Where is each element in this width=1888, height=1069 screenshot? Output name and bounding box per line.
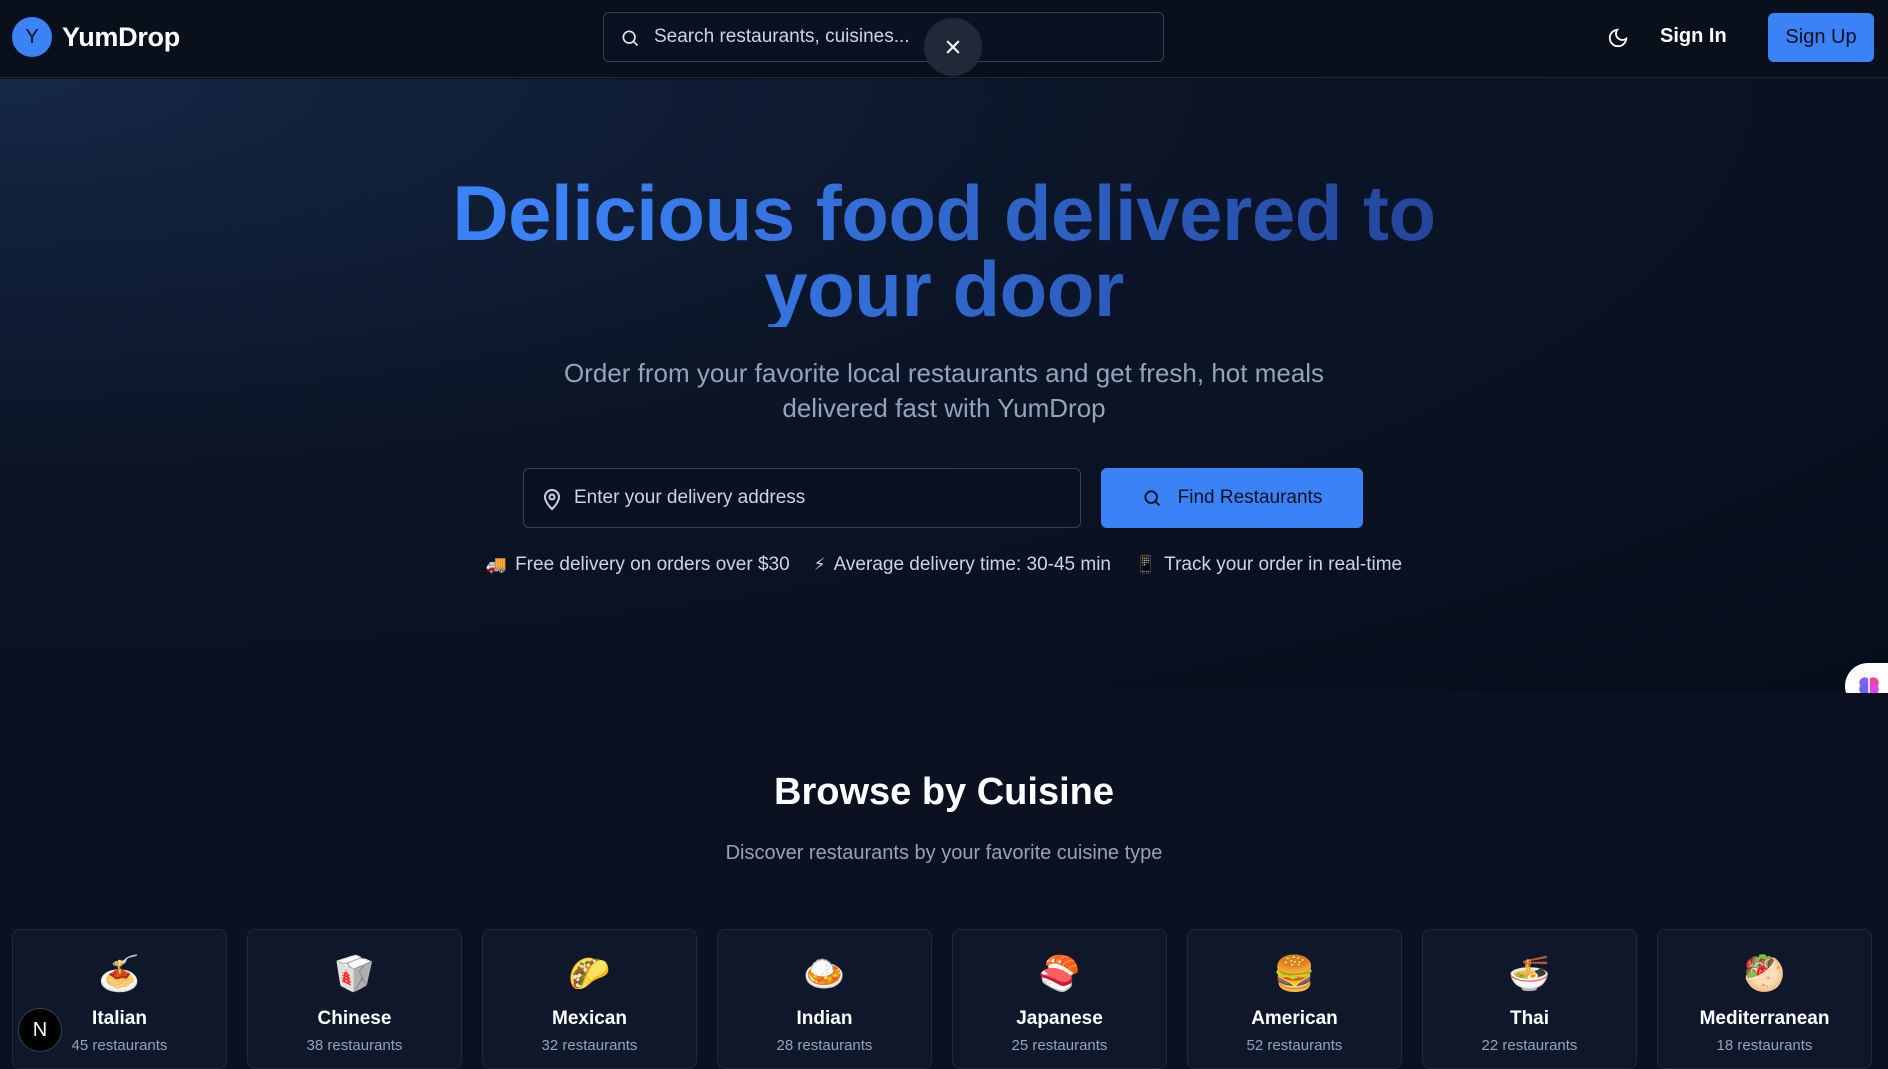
delivery-address-field[interactable] bbox=[523, 468, 1081, 528]
feature-item-tracking: 📱 Track your order in real-time bbox=[1135, 554, 1402, 576]
browse-cuisine-section: Browse by Cuisine Discover restaurants b… bbox=[0, 693, 1888, 1069]
cuisine-name: Japanese bbox=[1016, 1008, 1103, 1029]
hero-subtitle: Order from your favorite local restauran… bbox=[563, 358, 1325, 423]
phone-icon: 📱 bbox=[1135, 555, 1157, 574]
cuisine-name: Chinese bbox=[317, 1008, 392, 1029]
cuisine-card-thai[interactable]: 🍜 Thai 22 restaurants bbox=[1422, 929, 1637, 1069]
lightning-icon: ⚡ bbox=[813, 555, 826, 574]
hero-section: Delicious food delivered to your door Or… bbox=[0, 79, 1888, 709]
restaurant-count: 28 restaurants bbox=[776, 1037, 873, 1054]
cuisine-card-chinese[interactable]: 🥡 Chinese 38 restaurants bbox=[247, 929, 462, 1069]
restaurant-count: 32 restaurants bbox=[541, 1037, 638, 1054]
restaurant-count: 25 restaurants bbox=[1011, 1037, 1108, 1054]
search-icon bbox=[622, 30, 639, 47]
find-restaurants-button[interactable]: Find Restaurants bbox=[1101, 468, 1363, 528]
cuisine-card-american[interactable]: 🍔 American 52 restaurants bbox=[1187, 929, 1402, 1069]
map-pin-icon bbox=[543, 489, 561, 511]
feature-text: Free delivery on orders over $30 bbox=[515, 554, 790, 575]
section-subtitle: Discover restaurants by your favorite cu… bbox=[725, 842, 1163, 864]
logo-avatar: Y bbox=[12, 17, 52, 57]
dev-tools-badge[interactable]: N bbox=[18, 1008, 62, 1052]
clear-search-button[interactable] bbox=[924, 18, 982, 76]
sushi-icon: 🍣 bbox=[1038, 955, 1081, 993]
cuisine-name: Thai bbox=[1509, 1008, 1550, 1029]
close-icon bbox=[946, 40, 960, 54]
truck-icon: 🚚 bbox=[485, 555, 508, 574]
feature-text: Average delivery time: 30-45 min bbox=[833, 554, 1111, 575]
search-icon bbox=[1144, 490, 1160, 507]
feature-item-delivery-time: ⚡ Average delivery time: 30-45 min bbox=[814, 554, 1111, 576]
pasta-icon: 🍝 bbox=[98, 955, 141, 993]
moon-icon bbox=[1608, 28, 1628, 48]
restaurant-count: 22 restaurants bbox=[1481, 1037, 1578, 1054]
feature-list: 🚚 Free delivery on orders over $30 ⚡ Ave… bbox=[0, 554, 1888, 576]
theme-toggle-button[interactable] bbox=[1604, 24, 1632, 52]
header-search[interactable] bbox=[603, 12, 1164, 62]
burger-icon: 🍔 bbox=[1273, 955, 1316, 993]
brand-logo[interactable]: Y YumDrop bbox=[12, 17, 180, 57]
restaurant-count: 38 restaurants bbox=[306, 1037, 403, 1054]
section-title: Browse by Cuisine bbox=[774, 771, 1114, 813]
sign-in-button[interactable]: Sign In bbox=[1660, 25, 1727, 48]
cuisine-name: Indian bbox=[796, 1008, 853, 1029]
pita-wrap-icon: 🥙 bbox=[1743, 955, 1786, 993]
brand-name: YumDrop bbox=[62, 21, 180, 52]
hero-title-line2: your door bbox=[764, 245, 1124, 333]
restaurant-count: 18 restaurants bbox=[1716, 1037, 1813, 1054]
cuisine-name: American bbox=[1251, 1008, 1338, 1029]
hero-title: Delicious food delivered to your door bbox=[0, 175, 1888, 327]
hero-title-line1: Delicious food delivered to bbox=[452, 169, 1436, 257]
takeout-box-icon: 🥡 bbox=[333, 955, 376, 993]
cuisine-card-mexican[interactable]: 🌮 Mexican 32 restaurants bbox=[482, 929, 697, 1069]
cuisine-card-mediterranean[interactable]: 🥙 Mediterranean 18 restaurants bbox=[1657, 929, 1872, 1069]
sign-up-button[interactable]: Sign Up bbox=[1768, 13, 1874, 62]
cuisine-card-list: 🍝 Italian 45 restaurants 🥡 Chinese 38 re… bbox=[12, 929, 1874, 1069]
curry-icon: 🍛 bbox=[803, 955, 846, 993]
search-input[interactable] bbox=[654, 13, 1074, 61]
cuisine-name: Mexican bbox=[552, 1008, 627, 1029]
feature-text: Track your order in real-time bbox=[1164, 554, 1403, 575]
cuisine-card-japanese[interactable]: 🍣 Japanese 25 restaurants bbox=[952, 929, 1167, 1069]
find-restaurants-label: Find Restaurants bbox=[1177, 487, 1323, 508]
cuisine-name: Mediterranean bbox=[1699, 1008, 1830, 1029]
cuisine-card-indian[interactable]: 🍛 Indian 28 restaurants bbox=[717, 929, 932, 1069]
restaurant-count: 52 restaurants bbox=[1246, 1037, 1343, 1054]
taco-icon: 🌮 bbox=[568, 955, 611, 993]
feature-item-free-delivery: 🚚 Free delivery on orders over $30 bbox=[486, 554, 790, 576]
noodle-bowl-icon: 🍜 bbox=[1508, 955, 1551, 993]
address-input[interactable] bbox=[574, 469, 1064, 527]
